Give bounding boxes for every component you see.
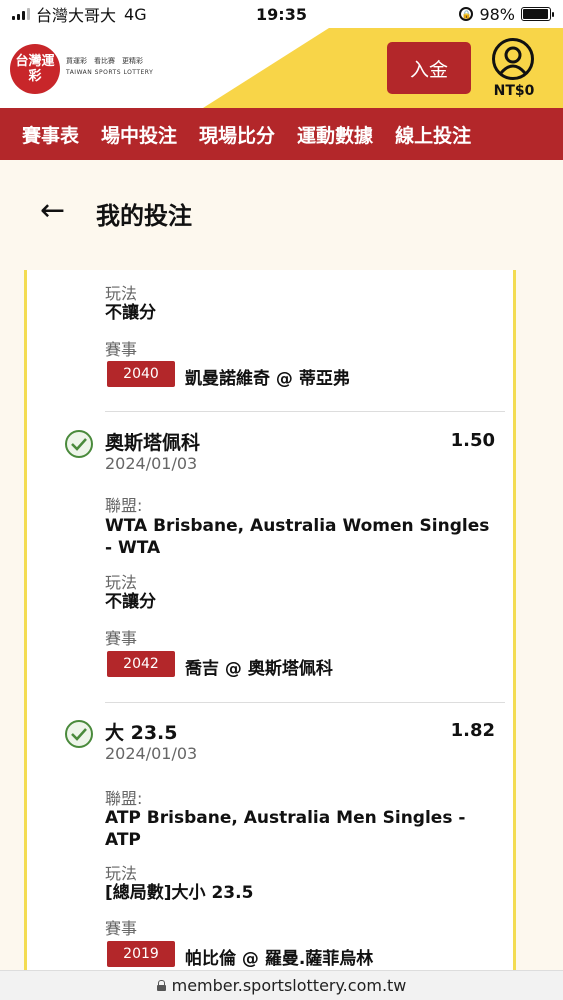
status-bar: 台灣大哥大 4G 19:35 🔒 98% — [0, 0, 563, 28]
event-label: 賽事 — [105, 629, 138, 648]
nav-item-online-betting[interactable]: 線上投注 — [384, 121, 482, 148]
page-header: ← 我的投注 — [0, 160, 563, 270]
nav-item-live-betting[interactable]: 場中投注 — [90, 121, 188, 148]
game-code-badge: 2019 — [107, 941, 175, 967]
play-label: 玩法 — [105, 573, 138, 592]
league-value-line2: - WTA — [105, 538, 161, 558]
selection-name: 大 23.5 — [105, 722, 178, 744]
page-title: 我的投注 — [96, 202, 192, 230]
play-label: 玩法 — [105, 864, 138, 883]
account-balance: NT$0 — [493, 83, 535, 99]
carrier-name: 台灣大哥大 — [36, 6, 117, 25]
matchup-text: 帕比倫 @ 羅曼.薩菲烏林 — [185, 949, 374, 969]
account-icon[interactable] — [492, 38, 534, 80]
nav-item-sports-data[interactable]: 運動數據 — [286, 121, 384, 148]
orientation-lock-icon: 🔒 — [459, 7, 474, 21]
check-circle-icon — [65, 430, 93, 458]
matchup-text: 喬吉 @ 奧斯塔佩科 — [185, 659, 333, 679]
bet-date: 2024/01/03 — [105, 454, 198, 473]
league-label: 聯盟: — [105, 496, 143, 515]
check-circle-icon — [65, 720, 93, 748]
league-value-line2: ATP — [105, 830, 141, 850]
divider — [105, 702, 505, 703]
odds-value: 1.50 — [450, 430, 495, 451]
play-value: [總局數]大小 23.5 — [105, 883, 254, 903]
logo-slogan: 買運彩 看比賽 更精彩 — [66, 57, 143, 65]
event-label: 賽事 — [105, 919, 138, 938]
site-header: 台灣運彩 買運彩 看比賽 更精彩 TAIWAN SPORTS LOTTERY 入… — [0, 28, 563, 108]
battery-percent: 98% — [479, 4, 515, 24]
logo-english: TAIWAN SPORTS LOTTERY — [66, 69, 154, 76]
url-text: member.sportslottery.com.tw — [171, 976, 407, 995]
deposit-button[interactable]: 入金 — [387, 42, 471, 94]
bet-list[interactable]: 玩法 不讓分 賽事 2040 凱曼諾維奇 @ 蒂亞弗 奧斯塔佩科 1.50 20… — [24, 270, 516, 970]
bet-ticket: 玩法 不讓分 賽事 2040 凱曼諾維奇 @ 蒂亞弗 奧斯塔佩科 1.50 20… — [24, 270, 516, 970]
matchup-text: 凱曼諾維奇 @ 蒂亞弗 — [185, 369, 350, 389]
nav-item-schedule[interactable]: 賽事表 — [0, 121, 90, 148]
odds-value: 1.82 — [450, 720, 495, 741]
play-value: 不讓分 — [105, 592, 156, 612]
divider — [105, 411, 505, 412]
site-logo[interactable]: 台灣運彩 — [10, 44, 60, 94]
event-label: 賽事 — [105, 340, 138, 359]
play-label: 玩法 — [105, 284, 138, 303]
main-nav: 賽事表 場中投注 現場比分 運動數據 線上投注 — [0, 108, 563, 160]
network-type: 4G — [124, 4, 147, 24]
nav-item-live-scores[interactable]: 現場比分 — [188, 121, 286, 148]
game-code-badge: 2042 — [107, 651, 175, 677]
logo-tagline: 買運彩 看比賽 更精彩 TAIWAN SPORTS LOTTERY — [66, 56, 153, 78]
league-value-line1: ATP Brisbane, Australia Men Singles - — [105, 808, 466, 828]
bet-date: 2024/01/03 — [105, 744, 198, 763]
browser-url-bar[interactable]: member.sportslottery.com.tw — [0, 970, 563, 1000]
battery-icon — [521, 7, 554, 21]
league-value-line1: WTA Brisbane, Australia Women Singles — [105, 516, 490, 536]
selection-name: 奧斯塔佩科 — [105, 432, 201, 454]
signal-strength-icon — [12, 8, 30, 20]
game-code-badge: 2040 — [107, 361, 175, 387]
league-label: 聯盟: — [105, 789, 143, 808]
play-value: 不讓分 — [105, 303, 156, 323]
back-arrow-icon[interactable]: ← — [40, 196, 76, 226]
lock-icon — [156, 980, 166, 991]
